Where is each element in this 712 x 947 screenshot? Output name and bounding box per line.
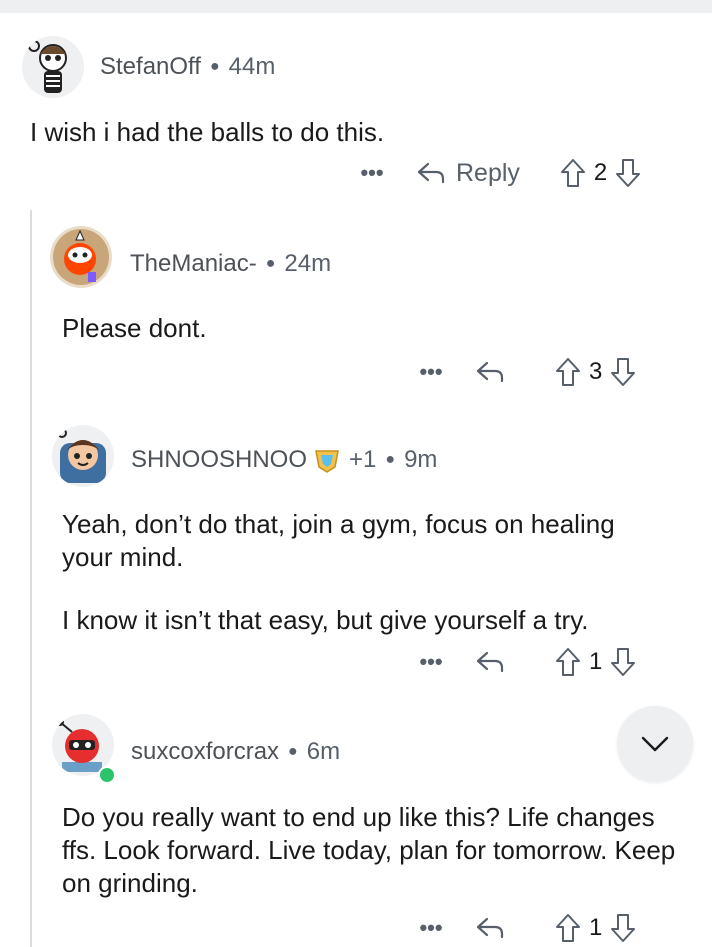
separator-dot: ● bbox=[265, 255, 276, 272]
comment-paragraph: Please dont. bbox=[62, 313, 207, 343]
separator-dot: ● bbox=[385, 451, 396, 468]
comment-age: 9m bbox=[404, 446, 438, 473]
more-options-button[interactable]: ••• bbox=[358, 160, 386, 186]
comment-age: 6m bbox=[306, 738, 341, 765]
thread-line[interactable] bbox=[30, 210, 32, 947]
cartoon-avatar-icon bbox=[57, 428, 106, 483]
more-options-button[interactable]: ••• bbox=[417, 915, 445, 941]
reply-button[interactable] bbox=[475, 360, 515, 384]
chevron-down-icon bbox=[641, 736, 669, 752]
vote-count: 1 bbox=[589, 914, 603, 941]
comment-body: Do you really want to end up like this? … bbox=[62, 801, 682, 900]
reply-button[interactable] bbox=[475, 650, 515, 674]
vote-control: 2 bbox=[560, 158, 641, 188]
vote-count: 2 bbox=[593, 159, 608, 186]
collapse-button[interactable] bbox=[617, 706, 693, 782]
upvote-arrow-icon[interactable] bbox=[555, 913, 581, 943]
username[interactable]: StefanOff bbox=[100, 53, 201, 81]
comment-paragraph: I know it isn’t that easy, but give your… bbox=[62, 605, 589, 635]
skeleton-avatar-icon bbox=[28, 40, 67, 93]
upvote-arrow-icon[interactable] bbox=[555, 647, 581, 677]
snoo-avatar-icon bbox=[53, 229, 109, 285]
reply-button[interactable] bbox=[475, 916, 515, 940]
username[interactable]: suxcoxforcrax bbox=[131, 738, 279, 766]
top-bar bbox=[0, 0, 712, 13]
comment-paragraph: I wish i had the balls to do this. bbox=[30, 117, 385, 147]
comment-paragraph: Do you really want to end up like this? … bbox=[62, 802, 676, 898]
comment-actions: ••• 3 bbox=[417, 357, 636, 387]
vote-count: 1 bbox=[589, 648, 603, 675]
comment-actions: ••• Reply 2 bbox=[358, 158, 641, 188]
comment-age: 44m bbox=[228, 53, 276, 80]
online-status-indicator bbox=[98, 766, 116, 784]
reply-arrow-icon bbox=[476, 651, 504, 673]
reply-button[interactable]: Reply bbox=[416, 159, 520, 188]
avatar[interactable] bbox=[22, 36, 84, 98]
achievement-badge-icon bbox=[313, 447, 341, 473]
reply-arrow-icon bbox=[476, 917, 504, 939]
comment-body: Please dont. bbox=[62, 312, 672, 345]
username[interactable]: SHNOOSHNOO bbox=[131, 446, 307, 474]
vote-control: 1 bbox=[555, 913, 636, 943]
more-options-button[interactable]: ••• bbox=[417, 359, 445, 385]
downvote-arrow-icon[interactable] bbox=[610, 913, 636, 943]
more-options-button[interactable]: ••• bbox=[417, 649, 445, 675]
downvote-arrow-icon[interactable] bbox=[615, 158, 641, 188]
upvote-arrow-icon[interactable] bbox=[555, 357, 581, 387]
separator-dot: ● bbox=[209, 58, 220, 75]
comment-actions: ••• 1 bbox=[417, 913, 636, 943]
comment-paragraph: Yeah, don’t do that, join a gym, focus o… bbox=[62, 509, 615, 572]
username[interactable]: TheManiac- bbox=[130, 250, 257, 278]
reply-label: Reply bbox=[456, 158, 520, 187]
comment-meta: SHNOOSHNOO +1 ● 9m bbox=[131, 446, 437, 474]
comment-body: I wish i had the balls to do this. bbox=[30, 116, 670, 149]
downvote-arrow-icon[interactable] bbox=[610, 357, 636, 387]
comment-body: Yeah, don’t do that, join a gym, focus o… bbox=[62, 508, 622, 637]
comment-actions: ••• 1 bbox=[417, 647, 636, 677]
vote-control: 3 bbox=[555, 357, 636, 387]
comment-meta: StefanOff ● 44m bbox=[100, 53, 275, 81]
upvote-arrow-icon[interactable] bbox=[560, 158, 586, 188]
vote-count: 3 bbox=[589, 358, 603, 385]
separator-dot: ● bbox=[288, 743, 298, 760]
comment-meta: suxcoxforcrax ● 6m bbox=[131, 738, 340, 766]
vote-control: 1 bbox=[555, 647, 636, 677]
comment-meta: TheManiac- ● 24m bbox=[130, 250, 331, 278]
comment-age: 24m bbox=[284, 250, 332, 277]
avatar[interactable] bbox=[52, 425, 114, 487]
reply-arrow-icon bbox=[417, 162, 445, 184]
downvote-arrow-icon[interactable] bbox=[610, 647, 636, 677]
avatar[interactable] bbox=[50, 226, 112, 288]
flair-count: +1 bbox=[349, 446, 377, 473]
reply-arrow-icon bbox=[476, 361, 504, 383]
